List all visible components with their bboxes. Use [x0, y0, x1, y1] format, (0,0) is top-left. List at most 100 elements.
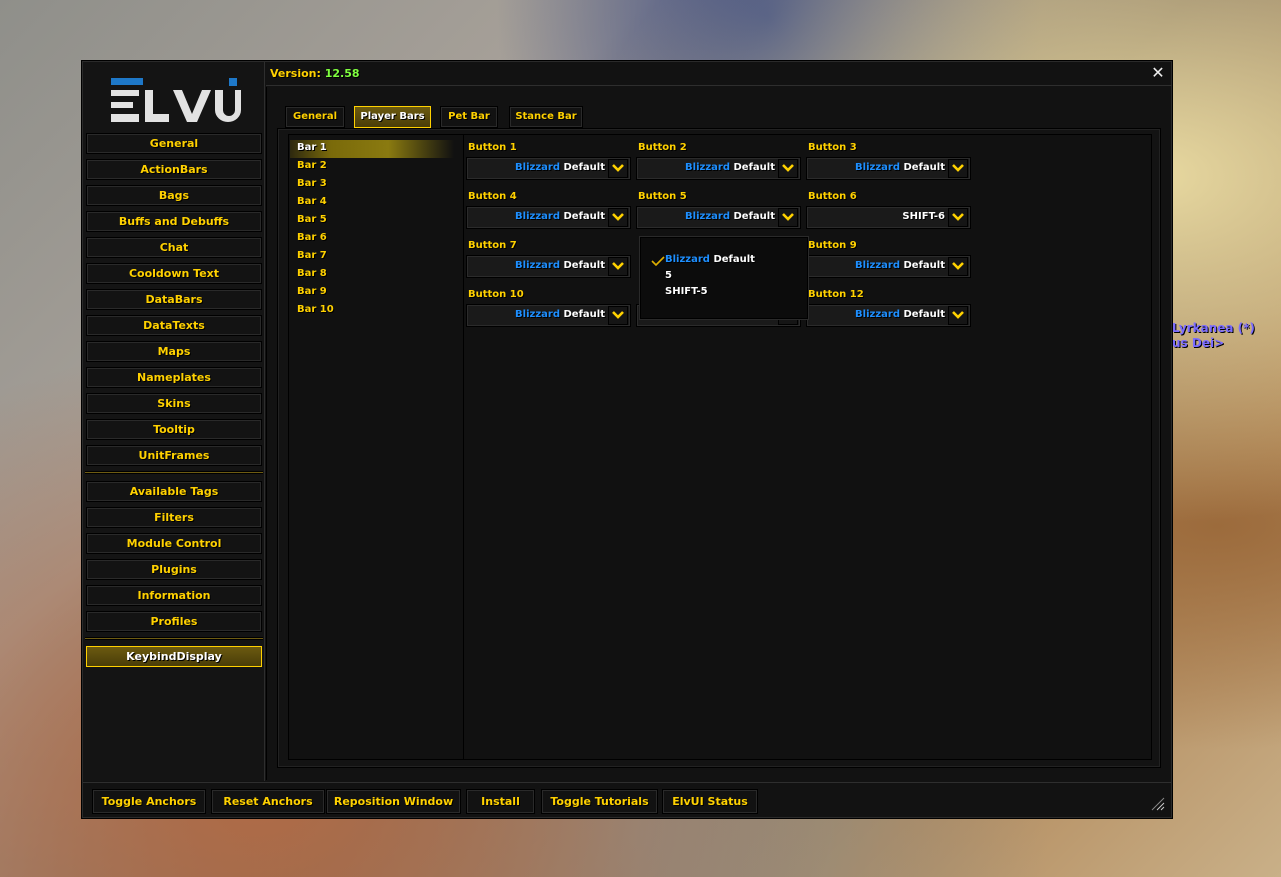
toggle-tutorials-button[interactable]: Toggle Tutorials: [541, 789, 658, 814]
tab-stance-bar[interactable]: Stance Bar: [509, 106, 583, 128]
sidebar-item-available-tags[interactable]: Available Tags: [86, 481, 262, 502]
tree-item-bar-7[interactable]: Bar 7: [290, 248, 454, 266]
option-source: Blizzard: [665, 254, 710, 265]
sidebar-item-skins[interactable]: Skins: [86, 393, 262, 414]
button-1-keybind-dropdown[interactable]: Blizzard Default: [466, 157, 631, 180]
tree-item-bar-3[interactable]: Bar 3: [290, 176, 454, 194]
tree-item-bar-2[interactable]: Bar 2: [290, 158, 454, 176]
sidebar-item-bags[interactable]: Bags: [86, 185, 262, 206]
sidebar-item-filters[interactable]: Filters: [86, 507, 262, 528]
tree-item-bar-6[interactable]: Bar 6: [290, 230, 454, 248]
close-icon[interactable]: ✕: [1150, 65, 1166, 81]
sidebar-item-databars[interactable]: DataBars: [86, 289, 262, 310]
option-text: 5: [665, 270, 672, 281]
chevron-down-icon[interactable]: [948, 306, 968, 325]
sidebar-item-tooltip[interactable]: Tooltip: [86, 419, 262, 440]
nameplate-name: Lyrkanea (*): [1172, 321, 1255, 335]
sidebar-item-keybinddisplay[interactable]: KeybindDisplay: [86, 646, 262, 667]
chevron-down-icon[interactable]: [608, 257, 628, 276]
elvui-status-button[interactable]: ElvUI Status: [662, 789, 758, 814]
title-bar: Version: 12.58 ✕: [266, 62, 1172, 86]
tab-general[interactable]: General: [285, 106, 345, 128]
button-5-keybind-dropdown[interactable]: Blizzard Default: [636, 206, 801, 229]
tree-item-bar-10[interactable]: Bar 10: [290, 302, 454, 320]
dropdown-value-source: Blizzard: [515, 162, 560, 173]
elvui-config-window: General ActionBars Bags Buffs and Debuffs Ch…: [81, 60, 1173, 819]
sidebar-item-unitframes[interactable]: UnitFrames: [86, 445, 262, 466]
sidebar-item-general[interactable]: General: [86, 133, 262, 154]
sidebar-item-buffs-and-debuffs[interactable]: Buffs and Debuffs: [86, 211, 262, 232]
dropdown-option[interactable]: Blizzard Default: [665, 254, 755, 265]
bar-tree: Bar 1 Bar 2 Bar 3 Bar 4 Bar 5 Bar 6 Bar 7 Bar 8…: [288, 134, 464, 760]
chevron-down-icon[interactable]: [948, 159, 968, 178]
dropdown-value: Blizzard Default: [515, 211, 605, 222]
elvui-logo: [111, 78, 241, 122]
toggle-anchors-button[interactable]: Toggle Anchors: [92, 789, 206, 814]
sidebar-item-information[interactable]: Information: [86, 585, 262, 606]
chevron-down-icon[interactable]: [608, 306, 628, 325]
tree-item-bar-8[interactable]: Bar 8: [290, 266, 454, 284]
dropdown-option[interactable]: 5: [665, 270, 672, 281]
button-12-label: Button 12: [808, 289, 864, 300]
sidebar-item-maps[interactable]: Maps: [86, 341, 262, 362]
button-6-keybind-dropdown[interactable]: SHIFT-6: [806, 206, 971, 229]
sidebar: General ActionBars Bags Buffs and Debuffs Ch…: [83, 62, 265, 781]
button-2-keybind-dropdown[interactable]: Blizzard Default: [636, 157, 801, 180]
button-9-keybind-dropdown[interactable]: Blizzard Default: [806, 255, 971, 278]
sidebar-divider: [85, 637, 263, 640]
dropdown-value-text: SHIFT-6: [902, 211, 945, 222]
resize-grip-icon[interactable]: [1151, 797, 1165, 811]
version-number: 12.58: [324, 67, 360, 80]
dropdown-value-text: Default: [730, 162, 775, 173]
chevron-down-icon[interactable]: [948, 208, 968, 227]
chevron-down-icon[interactable]: [608, 208, 628, 227]
dropdown-value-text: Default: [900, 260, 945, 271]
sidebar-item-cooldown-text[interactable]: Cooldown Text: [86, 263, 262, 284]
dropdown-value-text: Default: [900, 309, 945, 320]
install-button[interactable]: Install: [466, 789, 535, 814]
tree-item-bar-9[interactable]: Bar 9: [290, 284, 454, 302]
dropdown-option[interactable]: SHIFT-5: [665, 286, 708, 297]
dropdown-value: SHIFT-6: [902, 211, 945, 222]
dropdown-value: Blizzard Default: [855, 162, 945, 173]
nameplate-guild: us Dei>: [1172, 336, 1225, 350]
tab-player-bars[interactable]: Player Bars: [354, 106, 431, 128]
sidebar-item-module-control[interactable]: Module Control: [86, 533, 262, 554]
button-7-keybind-dropdown[interactable]: Blizzard Default: [466, 255, 631, 278]
button-7-label: Button 7: [468, 240, 517, 251]
reset-anchors-button[interactable]: Reset Anchors: [211, 789, 325, 814]
dropdown-value: Blizzard Default: [685, 162, 775, 173]
tab-pet-bar[interactable]: Pet Bar: [440, 106, 498, 128]
sidebar-item-chat[interactable]: Chat: [86, 237, 262, 258]
reposition-window-button[interactable]: Reposition Window: [326, 789, 461, 814]
button-6-label: Button 6: [808, 191, 857, 202]
sidebar-item-datatexts[interactable]: DataTexts: [86, 315, 262, 336]
button-3-keybind-dropdown[interactable]: Blizzard Default: [806, 157, 971, 180]
sidebar-item-plugins[interactable]: Plugins: [86, 559, 262, 580]
button-10-keybind-dropdown[interactable]: Blizzard Default: [466, 304, 631, 327]
dropdown-value-source: Blizzard: [855, 309, 900, 320]
game-nameplate: Lyrkanea (*) us Dei>: [1172, 321, 1255, 351]
sidebar-item-nameplates[interactable]: Nameplates: [86, 367, 262, 388]
tree-item-bar-4[interactable]: Bar 4: [290, 194, 454, 212]
button-3-label: Button 3: [808, 142, 857, 153]
sidebar-item-profiles[interactable]: Profiles: [86, 611, 262, 632]
tree-item-bar-1[interactable]: Bar 1: [290, 140, 454, 158]
sidebar-item-actionbars[interactable]: ActionBars: [86, 159, 262, 180]
version-label: Version: 12.58: [270, 67, 360, 80]
chevron-down-icon[interactable]: [948, 257, 968, 276]
dropdown-value: Blizzard Default: [855, 309, 945, 320]
button-2-label: Button 2: [638, 142, 687, 153]
chevron-down-icon[interactable]: [778, 208, 798, 227]
dropdown-value-source: Blizzard: [855, 260, 900, 271]
button-12-keybind-dropdown[interactable]: Blizzard Default: [806, 304, 971, 327]
dropdown-value-text: Default: [560, 309, 605, 320]
checkmark-icon: [651, 256, 665, 266]
tree-item-bar-5[interactable]: Bar 5: [290, 212, 454, 230]
chevron-down-icon[interactable]: [608, 159, 628, 178]
chevron-down-icon[interactable]: [778, 159, 798, 178]
dropdown-value-text: Default: [730, 211, 775, 222]
tab-panel: Bar 1 Bar 2 Bar 3 Bar 4 Bar 5 Bar 6 Bar 7 Bar 8…: [277, 128, 1161, 768]
button-1-label: Button 1: [468, 142, 517, 153]
button-4-keybind-dropdown[interactable]: Blizzard Default: [466, 206, 631, 229]
